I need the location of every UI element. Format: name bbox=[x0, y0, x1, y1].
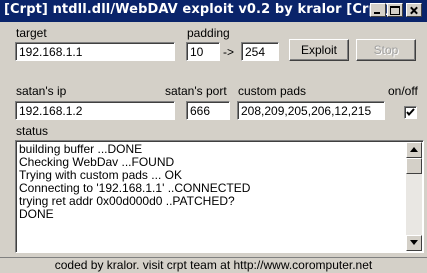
scroll-up-button[interactable] bbox=[406, 142, 422, 158]
padding-to-input[interactable] bbox=[241, 42, 279, 61]
custom-pads-checkbox[interactable] bbox=[404, 106, 417, 119]
scroll-down-button[interactable] bbox=[406, 235, 422, 251]
title-bar[interactable]: [Crpt] ntdll.dll/WebDAV exploit v0.2 by … bbox=[0, 0, 427, 22]
status-log-text: building buffer ...DONE Checking WebDav .… bbox=[19, 143, 399, 221]
maximize-button[interactable] bbox=[387, 3, 403, 17]
custom-pads-label: custom pads bbox=[238, 84, 307, 98]
custom-pads-input[interactable] bbox=[237, 101, 385, 120]
status-line: trying ret addr 0x00d000d0 ..PATCHED? bbox=[19, 194, 235, 208]
close-button[interactable] bbox=[406, 3, 422, 17]
minimize-button[interactable] bbox=[370, 3, 386, 17]
target-label: target bbox=[16, 26, 47, 40]
padding-from-input[interactable] bbox=[186, 42, 220, 61]
satans-port-label: satan's port bbox=[165, 84, 227, 98]
satans-port-input[interactable] bbox=[186, 101, 230, 120]
padding-arrow: -> bbox=[223, 45, 235, 59]
padding-label: padding bbox=[187, 26, 230, 40]
status-log[interactable]: building buffer ...DONE Checking WebDav .… bbox=[15, 140, 424, 253]
window-title: [Crpt] ntdll.dll/WebDAV exploit v0.2 by … bbox=[4, 2, 391, 17]
satans-ip-label: satan's ip bbox=[16, 84, 67, 98]
status-label: status bbox=[16, 124, 49, 138]
check-mark-icon bbox=[406, 108, 415, 117]
stop-button[interactable]: Stop bbox=[356, 39, 416, 61]
target-input[interactable] bbox=[15, 42, 175, 61]
footer-credits: coded by kralor. visit crpt team at http… bbox=[0, 257, 427, 273]
arrow-down-icon bbox=[410, 240, 418, 245]
scroll-thumb[interactable] bbox=[406, 158, 422, 174]
status-line: DONE bbox=[19, 207, 54, 221]
status-scrollbar[interactable] bbox=[406, 142, 422, 251]
satans-ip-input[interactable] bbox=[15, 101, 175, 120]
arrow-up-icon bbox=[410, 147, 418, 152]
onoff-label: on/off bbox=[388, 84, 418, 98]
exploit-window: [Crpt] ntdll.dll/WebDAV exploit v0.2 by … bbox=[0, 0, 427, 272]
exploit-button[interactable]: Exploit bbox=[289, 39, 349, 61]
